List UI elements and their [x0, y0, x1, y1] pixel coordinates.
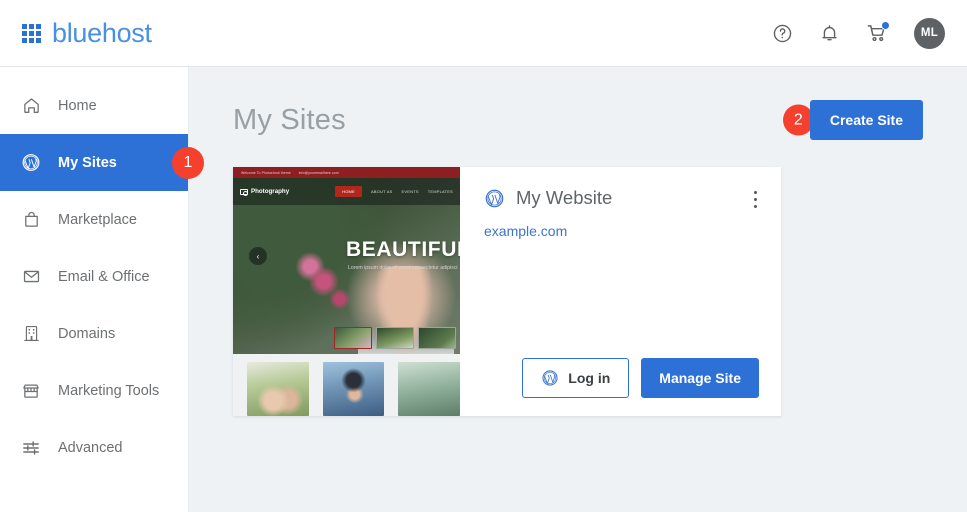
thumbnail-hero-subtext: Lorem ipsum dolor sit amet consectetur a… [348, 265, 458, 271]
site-url-link[interactable]: example.com [484, 223, 567, 239]
sidebar-item-label: Email & Office [58, 268, 150, 285]
thumbnail-slider-strip [334, 327, 456, 349]
thumbnail-nav-item: EVENTS [401, 189, 419, 194]
sidebar-item-domains[interactable]: Domains [0, 305, 188, 362]
site-card-title: My Website [516, 187, 613, 208]
header-icon-group: ML [772, 17, 945, 49]
sidebar-item-marketplace[interactable]: Marketplace [0, 191, 188, 248]
site-thumbnail-preview[interactable]: Welcome To Photoshoot theme info@yourema… [233, 167, 460, 416]
thumbnail-strip-item [376, 327, 414, 349]
wordpress-icon [541, 369, 559, 387]
bell-icon[interactable] [819, 23, 840, 44]
thumbnail-nav-links: HOME ABOUT AS EVENTS TEMPLATES [335, 186, 453, 197]
top-header: bluehost ML [0, 0, 967, 67]
camera-icon [240, 188, 249, 196]
sidebar-item-label: Marketing Tools [58, 382, 160, 399]
thumbnail-strip-item [334, 327, 372, 349]
storefront-icon [21, 381, 41, 401]
kebab-menu-icon[interactable] [752, 187, 759, 212]
wordpress-icon [484, 188, 505, 209]
sliders-icon [21, 438, 41, 458]
thumbnail-announcement-bar: Welcome To Photoshoot theme info@yourema… [233, 167, 460, 178]
grid-logo-icon [22, 23, 41, 43]
log-in-label: Log in [568, 370, 611, 386]
sidebar-item-email-office[interactable]: Email & Office [0, 248, 188, 305]
sidebar-item-label: Advanced [58, 439, 123, 456]
site-card-title-group: My Website [484, 187, 612, 209]
bluehost-dashboard: bluehost ML Home My Sites 1 Marketplace … [0, 0, 967, 512]
thumbnail-gallery-row [233, 354, 460, 416]
sidebar-item-label: Marketplace [58, 211, 137, 228]
sidebar-item-label: Home [58, 97, 97, 114]
create-site-button[interactable]: Create Site [809, 100, 923, 140]
site-card: Welcome To Photoshoot theme info@yourema… [233, 167, 781, 416]
shopping-bag-icon [21, 210, 41, 229]
help-circle-icon[interactable] [772, 23, 793, 44]
sidebar-item-advanced[interactable]: Advanced [0, 419, 188, 476]
site-card-title-row: My Website [484, 187, 759, 212]
sidebar-item-marketing-tools[interactable]: Marketing Tools [0, 362, 188, 419]
main-content: My Sites 2 Create Site Welcome To Photos… [189, 67, 967, 512]
thumbnail-email-text: info@youremailhere.com [298, 170, 339, 175]
thumbnail-gallery-item [398, 362, 460, 416]
sidebar-item-label: My Sites [58, 154, 117, 171]
thumbnail-hero-heading: BEAUTIFUL [346, 238, 460, 261]
create-site-area: 2 Create Site [782, 100, 923, 140]
sidebar-item-my-sites[interactable]: My Sites 1 [0, 134, 204, 191]
thumbnail-strip-item [418, 327, 456, 349]
main-header-row: My Sites 2 Create Site [233, 95, 923, 145]
envelope-icon [21, 267, 41, 286]
thumbnail-prev-arrow-icon: ‹ [249, 247, 267, 265]
thumbnail-announcement-text: Welcome To Photoshoot theme [241, 170, 291, 175]
manage-site-button[interactable]: Manage Site [641, 358, 759, 398]
thumbnail-nav-item: HOME [335, 186, 362, 197]
thumbnail-nav-bar: Photography HOME ABOUT AS EVENTS TEMPLAT… [233, 178, 460, 205]
site-card-actions: Log in Manage Site [484, 358, 759, 398]
site-card-details: My Website example.com Log in Manage Sit… [460, 167, 781, 416]
sidebar-nav: Home My Sites 1 Marketplace Email & Offi… [0, 67, 204, 512]
brand-logo[interactable]: bluehost [22, 17, 152, 48]
building-icon [21, 324, 41, 343]
cart-badge-dot [881, 21, 890, 30]
log-in-button[interactable]: Log in [522, 358, 630, 398]
thumbnail-nav-item: ABOUT AS [370, 189, 393, 194]
wordpress-icon [21, 152, 41, 173]
avatar[interactable]: ML [914, 17, 945, 49]
shopping-cart-icon[interactable] [866, 21, 890, 44]
body-region: Home My Sites 1 Marketplace Email & Offi… [0, 67, 967, 512]
thumbnail-logo-text: Photography [251, 188, 290, 195]
thumbnail-gallery-item [322, 362, 385, 416]
brand-name: bluehost [52, 17, 152, 48]
sidebar-step-badge: 1 [172, 146, 204, 179]
page-title: My Sites [233, 103, 346, 136]
home-icon [21, 96, 41, 115]
thumbnail-site-logo: Photography [240, 188, 290, 196]
thumbnail-gallery-item [247, 362, 309, 416]
sidebar-item-home[interactable]: Home [0, 77, 188, 134]
sidebar-item-label: Domains [58, 325, 116, 342]
thumbnail-nav-item: TEMPLATES [427, 189, 453, 194]
